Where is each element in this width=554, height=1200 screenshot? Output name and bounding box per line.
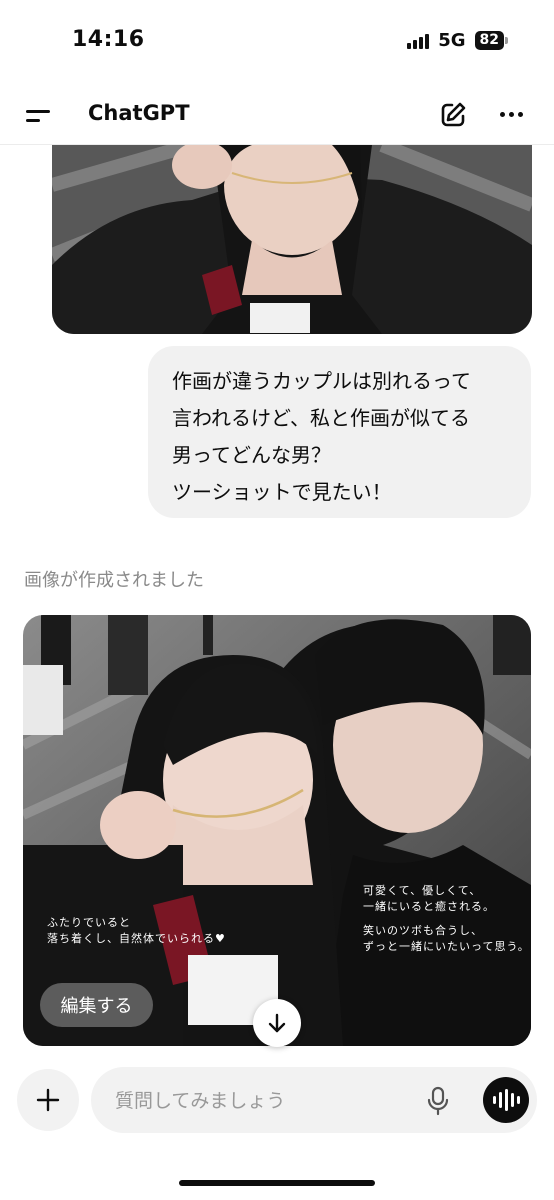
edit-image-button[interactable]: 編集する bbox=[40, 983, 153, 1027]
mic-icon[interactable] bbox=[427, 1086, 449, 1116]
battery-level: 82 bbox=[474, 31, 504, 50]
image-caption-left: ふたりでいると 落ち着くし、自然体でいられる♥ bbox=[47, 915, 226, 947]
caption-line: 一緒にいると癒される。 bbox=[363, 900, 495, 913]
user-message-line: ツーショットで見たい！ bbox=[172, 480, 392, 504]
status-time: 14:16 bbox=[72, 27, 145, 52]
attach-button[interactable] bbox=[17, 1069, 79, 1131]
user-uploaded-image[interactable] bbox=[52, 145, 532, 334]
caption-line: ふたりでいると bbox=[47, 916, 131, 929]
user-message-line: 言われるけど、私と作画が似てる bbox=[172, 406, 470, 430]
app-header: ChatGPT bbox=[0, 84, 554, 145]
network-type: 5G bbox=[438, 30, 466, 51]
user-message-line: 男ってどんな男？ bbox=[172, 443, 331, 467]
caption-line: ずっと一緒にいたいって思う。 bbox=[363, 940, 530, 953]
edit-icon[interactable] bbox=[438, 100, 468, 130]
menu-icon[interactable] bbox=[26, 106, 54, 126]
message-composer bbox=[91, 1067, 537, 1133]
scroll-down-button[interactable] bbox=[253, 999, 301, 1047]
voice-mode-button[interactable] bbox=[483, 1077, 529, 1123]
home-indicator bbox=[179, 1180, 375, 1186]
generated-image[interactable]: ふたりでいると 落ち着くし、自然体でいられる♥ 可愛くて、優しくて、 一緒にいる… bbox=[23, 615, 531, 1046]
caption-line: 可愛くて、優しくて、 bbox=[363, 884, 482, 897]
more-icon[interactable] bbox=[500, 112, 523, 117]
plus-icon bbox=[36, 1088, 60, 1112]
arrow-down-icon bbox=[268, 1013, 286, 1033]
page-title: ChatGPT bbox=[88, 101, 190, 125]
battery-icon: 82 bbox=[474, 31, 508, 50]
signal-icon bbox=[407, 33, 430, 49]
caption-line: 落ち着くし、自然体でいられる♥ bbox=[47, 932, 226, 945]
user-message-line: 作画が違うカップルは別れるって bbox=[172, 369, 471, 393]
caption-line: 笑いのツボも合うし、 bbox=[363, 924, 483, 937]
message-input[interactable] bbox=[113, 1083, 407, 1119]
user-message: 作画が違うカップルは別れるって 言われるけど、私と作画が似てる 男ってどんな男？… bbox=[148, 346, 531, 518]
image-caption-right: 可愛くて、優しくて、 一緒にいると癒される。 笑いのツボも合うし、 ずっと一緒に… bbox=[363, 883, 530, 955]
status-bar: 14:16 5G 82 bbox=[0, 0, 554, 84]
image-created-status: 画像が作成されました bbox=[24, 570, 204, 591]
